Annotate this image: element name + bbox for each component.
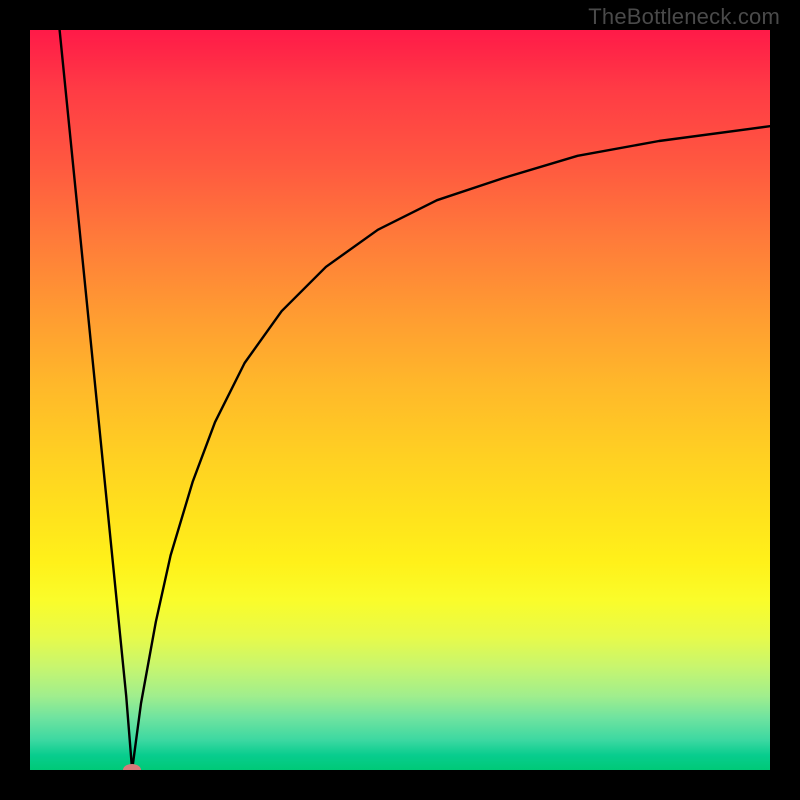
chart-frame: TheBottleneck.com (0, 0, 800, 800)
minimum-marker (123, 764, 141, 770)
plot-area (30, 30, 770, 770)
bottleneck-curve (30, 30, 770, 770)
attribution-label: TheBottleneck.com (588, 4, 780, 30)
